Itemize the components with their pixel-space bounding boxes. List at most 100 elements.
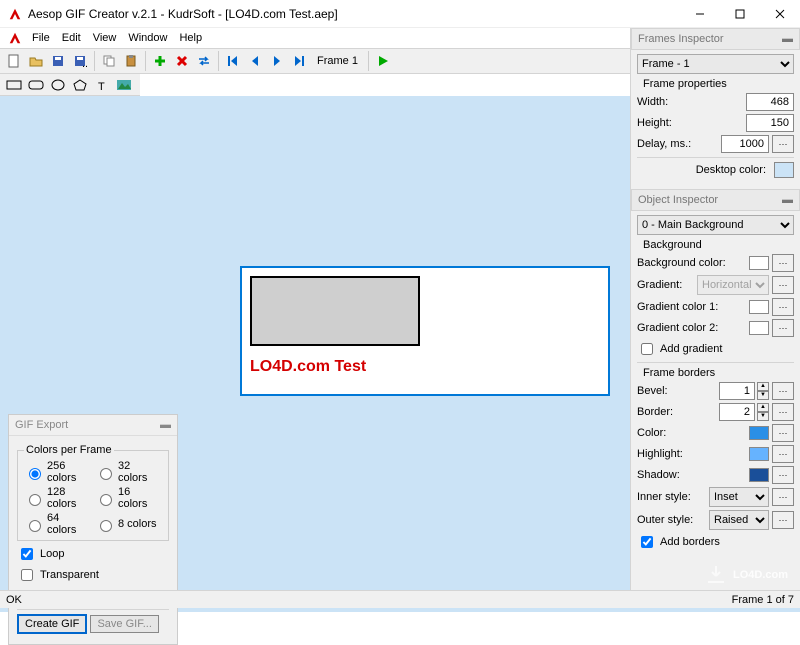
menu-edit[interactable]: Edit — [56, 30, 87, 46]
inner-style-select[interactable]: Inset — [709, 487, 769, 507]
object-select[interactable]: 0 - Main Background — [637, 215, 794, 235]
close-button[interactable] — [760, 1, 800, 27]
radio-256[interactable]: 256 colors — [24, 460, 91, 484]
highlight-more[interactable]: ··· — [772, 445, 794, 463]
gradient-label: Gradient: — [637, 279, 697, 291]
bg-color-swatch[interactable] — [749, 256, 769, 270]
shape-toolbar: T — [0, 74, 140, 96]
prev-frame-icon[interactable] — [245, 51, 265, 71]
bg-color-more[interactable]: ··· — [772, 254, 794, 272]
outer-style-select[interactable]: Raised — [709, 510, 769, 530]
delete-frame-icon[interactable] — [172, 51, 192, 71]
desktop-color-swatch[interactable] — [774, 162, 794, 178]
inner-more[interactable]: ··· — [772, 488, 794, 506]
grad1-swatch — [749, 300, 769, 314]
bevel-more[interactable]: ··· — [772, 382, 794, 400]
loop-checkbox[interactable]: Loop — [17, 545, 169, 563]
svg-text:T: T — [98, 81, 105, 92]
bevel-input[interactable] — [719, 382, 755, 400]
grad2-swatch — [749, 321, 769, 335]
roundrect-icon[interactable] — [26, 75, 46, 95]
frame-properties-label: Frame properties — [643, 78, 794, 90]
color-more[interactable]: ··· — [772, 424, 794, 442]
statusbar: OK Frame 1 of 7 — [0, 590, 800, 608]
paste-icon[interactable] — [121, 51, 141, 71]
collapse-icon[interactable]: ▬ — [782, 33, 793, 45]
polygon-icon[interactable] — [70, 75, 90, 95]
svg-text:..: .. — [82, 58, 87, 68]
text-icon[interactable]: T — [92, 75, 112, 95]
rectangle-object[interactable] — [250, 276, 420, 346]
width-input[interactable] — [746, 93, 794, 111]
transparent-checkbox[interactable]: Transparent — [17, 566, 169, 584]
text-object[interactable]: LO4D.com Test — [250, 358, 600, 376]
radio-128[interactable]: 128 colors — [24, 486, 91, 510]
shadow-more[interactable]: ··· — [772, 466, 794, 484]
radio-64[interactable]: 64 colors — [24, 512, 91, 536]
border-spinner[interactable]: ▲▼ — [757, 403, 769, 421]
desktop-color-label: Desktop color: — [696, 164, 766, 176]
add-frame-icon[interactable] — [150, 51, 170, 71]
minimize-button[interactable] — [680, 1, 720, 27]
width-label: Width: — [637, 96, 746, 108]
add-gradient-checkbox[interactable]: Add gradient — [637, 340, 794, 358]
collapse-icon[interactable]: ▬ — [160, 419, 171, 431]
radio-32[interactable]: 32 colors — [95, 460, 162, 484]
outer-style-label: Outer style: — [637, 514, 709, 526]
gradient-select: Horizontal — [697, 275, 769, 295]
maximize-button[interactable] — [720, 1, 760, 27]
shadow-swatch[interactable] — [749, 468, 769, 482]
new-icon[interactable] — [4, 51, 24, 71]
current-frame-label: Frame 1 — [311, 55, 364, 67]
colors-per-frame-group: Colors per Frame 256 colors 32 colors 12… — [17, 444, 169, 541]
frame-preview[interactable]: LO4D.com Test — [240, 266, 610, 396]
gradient-more[interactable]: ··· — [772, 276, 794, 294]
create-gif-button[interactable]: Create GIF — [17, 614, 87, 634]
watermark: LO4D.com — [705, 564, 788, 586]
menu-help[interactable]: Help — [173, 30, 208, 46]
menu-view[interactable]: View — [87, 30, 123, 46]
open-icon[interactable] — [26, 51, 46, 71]
border-label: Border: — [637, 406, 719, 418]
height-label: Height: — [637, 117, 746, 129]
color-label: Color: — [637, 427, 745, 439]
grad2-more[interactable]: ··· — [772, 319, 794, 337]
ellipse-icon[interactable] — [48, 75, 68, 95]
play-icon[interactable] — [373, 51, 393, 71]
grad1-more[interactable]: ··· — [772, 298, 794, 316]
delay-more-button[interactable]: ··· — [772, 135, 794, 153]
outer-more[interactable]: ··· — [772, 511, 794, 529]
image-icon[interactable] — [114, 75, 134, 95]
status-right: Frame 1 of 7 — [732, 594, 800, 606]
last-frame-icon[interactable] — [289, 51, 309, 71]
border-more[interactable]: ··· — [772, 403, 794, 421]
swap-frames-icon[interactable] — [194, 51, 214, 71]
first-frame-icon[interactable] — [223, 51, 243, 71]
color-swatch[interactable] — [749, 426, 769, 440]
bevel-label: Bevel: — [637, 385, 719, 397]
frame-select[interactable]: Frame - 1 — [637, 54, 794, 74]
height-input[interactable] — [746, 114, 794, 132]
radio-16[interactable]: 16 colors — [95, 486, 162, 510]
radio-8[interactable]: 8 colors — [95, 512, 162, 536]
save-icon[interactable] — [48, 51, 68, 71]
gif-export-title: GIF Export — [15, 419, 68, 431]
grad2-label: Gradient color 2: — [637, 322, 745, 334]
menu-file[interactable]: File — [26, 30, 56, 46]
rect-icon[interactable] — [4, 75, 24, 95]
shadow-label: Shadow: — [637, 469, 745, 481]
colors-legend: Colors per Frame — [24, 444, 114, 456]
highlight-swatch[interactable] — [749, 447, 769, 461]
copy-icon[interactable] — [99, 51, 119, 71]
delay-input[interactable] — [721, 135, 769, 153]
highlight-label: Highlight: — [637, 448, 745, 460]
menu-window[interactable]: Window — [122, 30, 173, 46]
background-section: Background — [643, 239, 794, 251]
inner-style-label: Inner style: — [637, 491, 709, 503]
next-frame-icon[interactable] — [267, 51, 287, 71]
collapse-icon[interactable]: ▬ — [782, 194, 793, 206]
saveas-icon[interactable]: .. — [70, 51, 90, 71]
add-borders-checkbox[interactable]: Add borders — [637, 533, 794, 551]
border-input[interactable] — [719, 403, 755, 421]
bevel-spinner[interactable]: ▲▼ — [757, 382, 769, 400]
